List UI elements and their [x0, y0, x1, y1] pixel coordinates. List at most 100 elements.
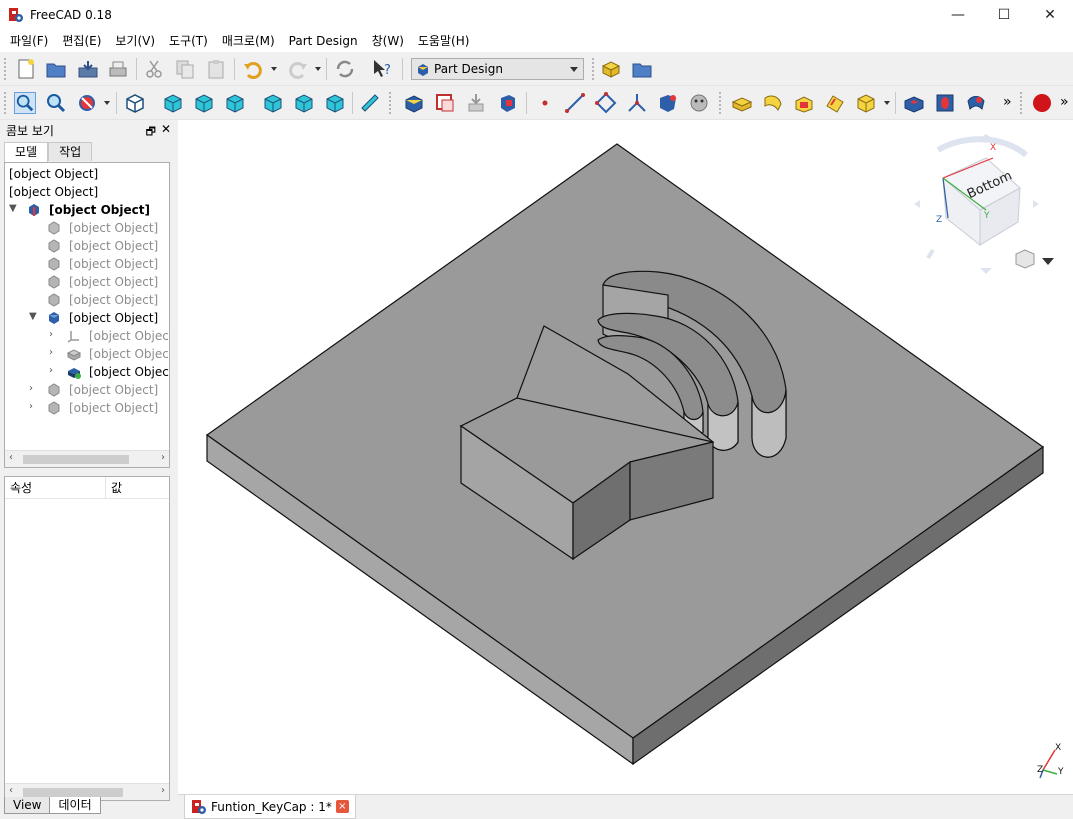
toolbar-grip[interactable]	[4, 92, 8, 114]
shape-binder-icon[interactable]	[497, 92, 519, 114]
pocket-icon[interactable]	[903, 92, 925, 114]
validate-sketch-icon[interactable]	[465, 92, 487, 114]
tab-tasks[interactable]: 작업	[48, 142, 93, 161]
menu-help[interactable]: 도움말(H)	[411, 30, 477, 52]
right-view-icon[interactable]	[224, 92, 246, 114]
maximize-button[interactable]: ☐	[981, 0, 1027, 30]
tree-item-dcs-row-5001[interactable]: [object Object]	[69, 255, 158, 273]
toolbar-grip[interactable]	[389, 92, 393, 114]
workbench-selector[interactable]: Part Design	[411, 58, 584, 80]
scroll-right-icon[interactable]: ›	[161, 785, 165, 796]
save-icon[interactable]	[77, 58, 99, 80]
view-menu-cube-icon[interactable]	[1014, 248, 1060, 274]
additive-primitive-icon[interactable]	[855, 92, 877, 114]
menu-view[interactable]: 보기(V)	[108, 30, 162, 52]
menu-macro[interactable]: 매크로(M)	[215, 30, 282, 52]
undo-dropdown-icon[interactable]	[271, 67, 277, 71]
tree-item-keycap[interactable]: [object Object]	[69, 399, 158, 417]
tab-view[interactable]: View	[4, 797, 51, 814]
rear-view-icon[interactable]	[262, 92, 284, 114]
toolbar-grip[interactable]	[719, 92, 723, 114]
tree-item-texture[interactable]: [object Object]	[69, 309, 158, 327]
close-tab-icon[interactable]: ×	[335, 800, 349, 813]
hole-icon[interactable]	[934, 92, 956, 114]
datum-point-icon[interactable]	[534, 92, 556, 114]
whats-this-help-icon[interactable]: ?	[371, 58, 393, 80]
record-macro-icon[interactable]	[1031, 92, 1053, 114]
toolbar-grip[interactable]	[4, 58, 8, 80]
collapse-arrow-icon[interactable]: ›	[29, 383, 33, 394]
close-window-button[interactable]: ✕	[1027, 0, 1073, 30]
menu-file[interactable]: 파일(F)	[3, 30, 55, 52]
document-tab[interactable]: Funtion_KeyCap : 1* ×	[184, 795, 356, 819]
scroll-right-icon[interactable]: ›	[161, 452, 165, 463]
value-column-header[interactable]: 값	[106, 477, 122, 498]
tree-item-origin002[interactable]: [object Object]	[89, 327, 169, 345]
tree-item-pad001[interactable]: [object Object]	[89, 345, 169, 363]
3d-viewport[interactable]: Bottom X Y Z X Y Z	[178, 120, 1073, 794]
isometric-view-icon[interactable]	[124, 92, 146, 114]
fit-selection-icon[interactable]	[45, 92, 67, 114]
tab-model[interactable]: 모델	[4, 142, 49, 162]
scroll-left-icon[interactable]: ‹	[9, 785, 13, 796]
open-folder-icon[interactable]	[45, 58, 67, 80]
additive-loft-icon[interactable]	[793, 92, 815, 114]
toolbar-grip[interactable]	[1020, 92, 1024, 114]
toolbar-grip[interactable]	[592, 58, 596, 80]
menu-edit[interactable]: 편집(E)	[55, 30, 108, 52]
bottom-view-icon[interactable]	[293, 92, 315, 114]
fit-all-icon[interactable]	[14, 92, 36, 114]
paste-icon[interactable]	[205, 58, 227, 80]
redo-icon[interactable]	[287, 58, 309, 80]
close-panel-icon[interactable]: ✕	[161, 122, 171, 136]
new-document-icon[interactable]	[15, 58, 37, 80]
tree-item-dcs-row-5001-solid[interactable]: [object Object]	[69, 273, 158, 291]
scroll-left-icon[interactable]: ‹	[9, 452, 13, 463]
toolbar-overflow-button-2[interactable]: »	[1060, 94, 1069, 110]
tree-item-funtion-keycap[interactable]: [object Object]	[49, 201, 150, 219]
collapse-arrow-icon[interactable]: ›	[49, 347, 53, 358]
revolution-icon[interactable]	[762, 92, 784, 114]
sub-shape-binder-icon[interactable]	[657, 92, 679, 114]
local-coordinate-system-icon[interactable]	[626, 92, 648, 114]
create-group-icon[interactable]	[631, 58, 653, 80]
tab-data[interactable]: 데이터	[49, 797, 101, 814]
copy-icon[interactable]	[174, 58, 196, 80]
top-view-icon[interactable]	[193, 92, 215, 114]
create-body-icon[interactable]	[403, 92, 425, 114]
groove-icon[interactable]	[965, 92, 987, 114]
refresh-icon[interactable]	[334, 58, 356, 80]
collapse-arrow-icon[interactable]: ›	[29, 401, 33, 412]
collapse-arrow-icon[interactable]: ›	[49, 329, 53, 340]
menu-window[interactable]: 창(W)	[365, 30, 411, 52]
create-part-icon[interactable]	[600, 58, 622, 80]
tree-item-dcs-row-5[interactable]: [object Object]	[69, 219, 158, 237]
measure-distance-icon[interactable]	[359, 92, 381, 114]
scroll-thumb[interactable]	[23, 455, 129, 464]
float-panel-icon[interactable]: 🗗	[146, 123, 156, 142]
tree-item-f-key[interactable]: [object Object]	[69, 381, 158, 399]
left-view-icon[interactable]	[324, 92, 346, 114]
scroll-thumb[interactable]	[23, 788, 123, 797]
toolbar-overflow-button[interactable]: »	[1003, 94, 1012, 110]
datum-line-icon[interactable]	[564, 92, 586, 114]
draw-style-icon[interactable]	[76, 92, 98, 114]
datum-plane-icon[interactable]	[595, 92, 617, 114]
tree-item-dcs-row-5001-solid-2[interactable]: [object Object]	[69, 291, 158, 309]
undo-icon[interactable]	[242, 58, 264, 80]
minimize-button[interactable]: —	[935, 0, 981, 30]
pad-icon[interactable]	[731, 92, 753, 114]
expand-arrow-icon[interactable]: ▼	[9, 203, 17, 214]
property-column-header[interactable]: 속성	[5, 477, 106, 498]
create-sketch-icon[interactable]	[434, 92, 456, 114]
clone-icon[interactable]	[688, 92, 710, 114]
print-icon[interactable]	[107, 58, 129, 80]
front-view-icon[interactable]	[162, 92, 184, 114]
menu-part-design[interactable]: Part Design	[282, 30, 365, 52]
redo-dropdown-icon[interactable]	[315, 67, 321, 71]
additive-primitive-dropdown-icon[interactable]	[884, 101, 890, 105]
menu-tools[interactable]: 도구(T)	[162, 30, 215, 52]
cut-icon[interactable]	[143, 58, 165, 80]
additive-pipe-icon[interactable]	[824, 92, 846, 114]
tree-horizontal-scrollbar[interactable]: ‹ ›	[5, 450, 169, 467]
